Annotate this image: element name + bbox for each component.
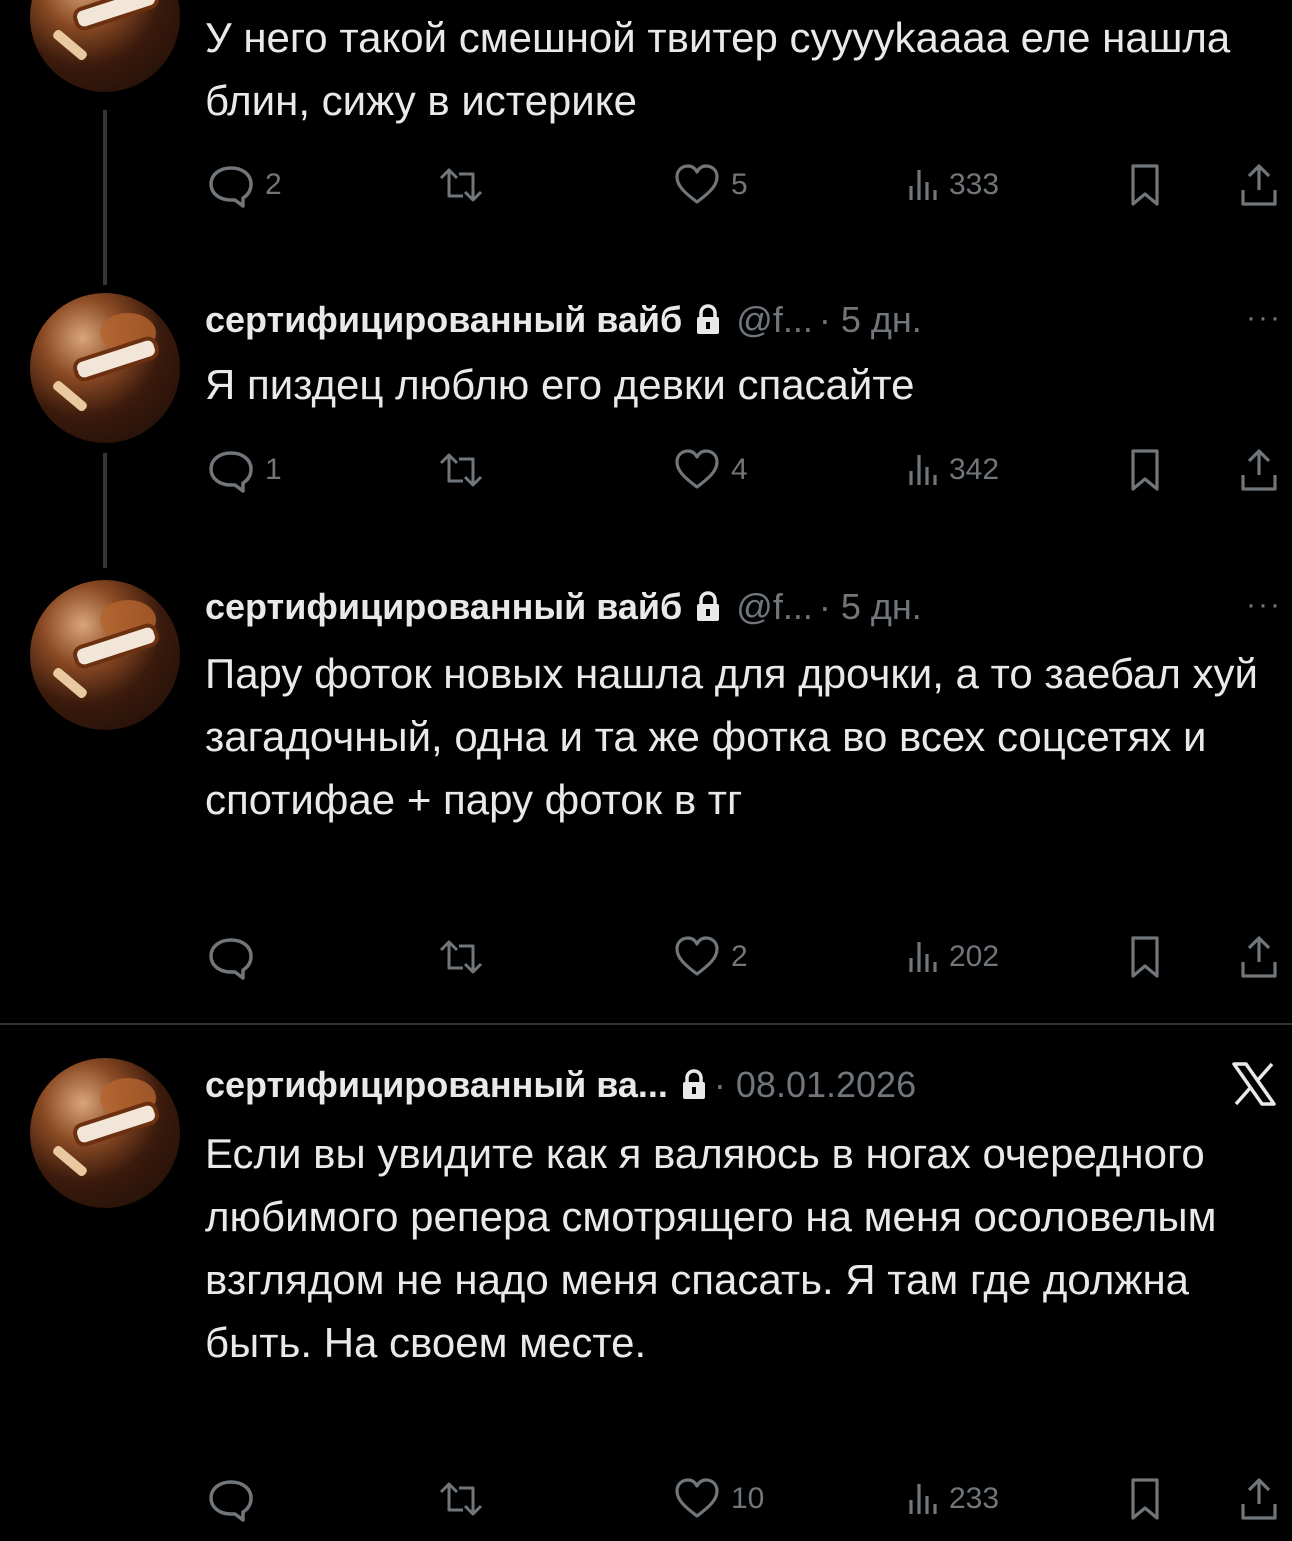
timestamp[interactable]: · 5 дн. xyxy=(819,299,922,341)
avatar[interactable] xyxy=(30,293,180,443)
more-icon[interactable]: ··· xyxy=(1246,588,1282,622)
retweet-button[interactable] xyxy=(431,160,499,210)
tweet-actions: 2 202 xyxy=(205,932,1285,982)
views-button[interactable]: 233 xyxy=(905,1474,999,1524)
bookmark-button[interactable] xyxy=(1125,160,1165,210)
tweet-text: У него такой смешной твитер сууууkаааа е… xyxy=(205,14,1231,124)
share-button[interactable] xyxy=(1237,160,1281,210)
reply-count: 1 xyxy=(265,453,282,486)
like-count: 4 xyxy=(731,453,748,486)
reply-icon xyxy=(209,166,253,208)
display-name[interactable]: сертифицированный вайб xyxy=(205,299,682,341)
tweet-actions: 2 5 333 xyxy=(205,160,1285,210)
timestamp[interactable]: · 08.01.2026 xyxy=(714,1064,916,1106)
views-icon xyxy=(909,170,937,200)
avatar[interactable] xyxy=(30,580,180,730)
views-button[interactable]: 342 xyxy=(905,445,999,495)
views-button[interactable]: 202 xyxy=(905,932,999,982)
tweet-header: сертифицированный вайб @f... · 5 дн. xyxy=(205,295,922,345)
bookmark-icon xyxy=(1131,936,1159,978)
handle[interactable]: @f... xyxy=(736,299,813,341)
like-count: 2 xyxy=(731,940,748,973)
display-name[interactable]: сертифицированный вайб xyxy=(205,586,682,628)
retweet-icon xyxy=(439,453,483,487)
views-icon xyxy=(909,1484,937,1514)
retweet-button[interactable] xyxy=(431,1474,499,1524)
share-icon xyxy=(1241,1478,1277,1520)
heart-icon xyxy=(675,449,719,489)
share-icon xyxy=(1241,936,1277,978)
like-button[interactable]: 2 xyxy=(671,932,748,982)
lock-icon xyxy=(697,591,720,621)
views-button[interactable]: 333 xyxy=(905,160,999,210)
avatar[interactable] xyxy=(30,1058,180,1208)
tweet-actions: 10 233 xyxy=(205,1474,1285,1524)
reply-button[interactable] xyxy=(205,932,265,982)
more-icon[interactable]: ··· xyxy=(1246,301,1282,335)
retweet-icon xyxy=(439,168,483,202)
share-button[interactable] xyxy=(1237,445,1281,495)
heart-icon xyxy=(675,1478,719,1518)
share-icon xyxy=(1241,164,1277,206)
bookmark-button[interactable] xyxy=(1125,932,1165,982)
tweet-text: Пару фоток новых нашла для дрочки, а то … xyxy=(205,650,1258,823)
thread-line xyxy=(103,110,107,285)
reply-count: 2 xyxy=(265,168,282,201)
handle[interactable]: @f... xyxy=(736,586,813,628)
reply-icon xyxy=(209,938,253,980)
reply-button[interactable]: 2 xyxy=(205,160,282,210)
display-name[interactable]: сертифицированный ва... xyxy=(205,1064,668,1106)
like-count: 5 xyxy=(731,168,748,201)
avatar[interactable] xyxy=(30,0,180,92)
like-count: 10 xyxy=(731,1482,765,1515)
like-button[interactable]: 5 xyxy=(671,160,748,210)
reply-icon xyxy=(209,451,253,493)
bookmark-button[interactable] xyxy=(1125,445,1165,495)
bookmark-icon xyxy=(1131,1478,1159,1520)
heart-icon xyxy=(675,936,719,976)
reply-button[interactable] xyxy=(205,1474,265,1524)
share-button[interactable] xyxy=(1237,932,1281,982)
share-icon xyxy=(1241,449,1277,491)
views-count: 233 xyxy=(949,1482,1000,1515)
tweet-header: сертифицированный вайб @f... · 5 дн. xyxy=(205,582,922,632)
tweet-actions: 1 4 342 xyxy=(205,445,1285,495)
timestamp[interactable]: · 5 дн. xyxy=(819,586,922,628)
reply-icon xyxy=(209,1480,253,1522)
views-icon xyxy=(909,455,937,485)
share-button[interactable] xyxy=(1237,1474,1281,1524)
views-count: 342 xyxy=(949,453,1000,486)
bookmark-button[interactable] xyxy=(1125,1474,1165,1524)
views-count: 202 xyxy=(949,940,1000,973)
retweet-icon xyxy=(439,940,483,974)
views-icon xyxy=(909,942,937,972)
thread-line xyxy=(103,453,107,568)
bookmark-icon xyxy=(1131,449,1159,491)
tweet-text: Если вы увидите как я валяюсь в ногах оч… xyxy=(205,1130,1217,1366)
divider xyxy=(0,1023,1292,1025)
bookmark-icon xyxy=(1131,164,1159,206)
retweet-button[interactable] xyxy=(431,445,499,495)
like-button[interactable]: 4 xyxy=(671,445,748,495)
tweet-text: Я пиздец люблю его девки спасайте xyxy=(205,361,915,408)
reply-button[interactable]: 1 xyxy=(205,445,282,495)
lock-icon xyxy=(697,304,720,334)
lock-icon xyxy=(682,1069,705,1099)
x-logo-icon[interactable] xyxy=(1230,1062,1278,1106)
tweet-header: сертифицированный ва... · 08.01.2026 xyxy=(205,1060,916,1110)
retweet-icon xyxy=(439,1482,483,1516)
retweet-button[interactable] xyxy=(431,932,499,982)
like-button[interactable]: 10 xyxy=(671,1474,764,1524)
views-count: 333 xyxy=(949,168,1000,201)
heart-icon xyxy=(675,164,719,204)
